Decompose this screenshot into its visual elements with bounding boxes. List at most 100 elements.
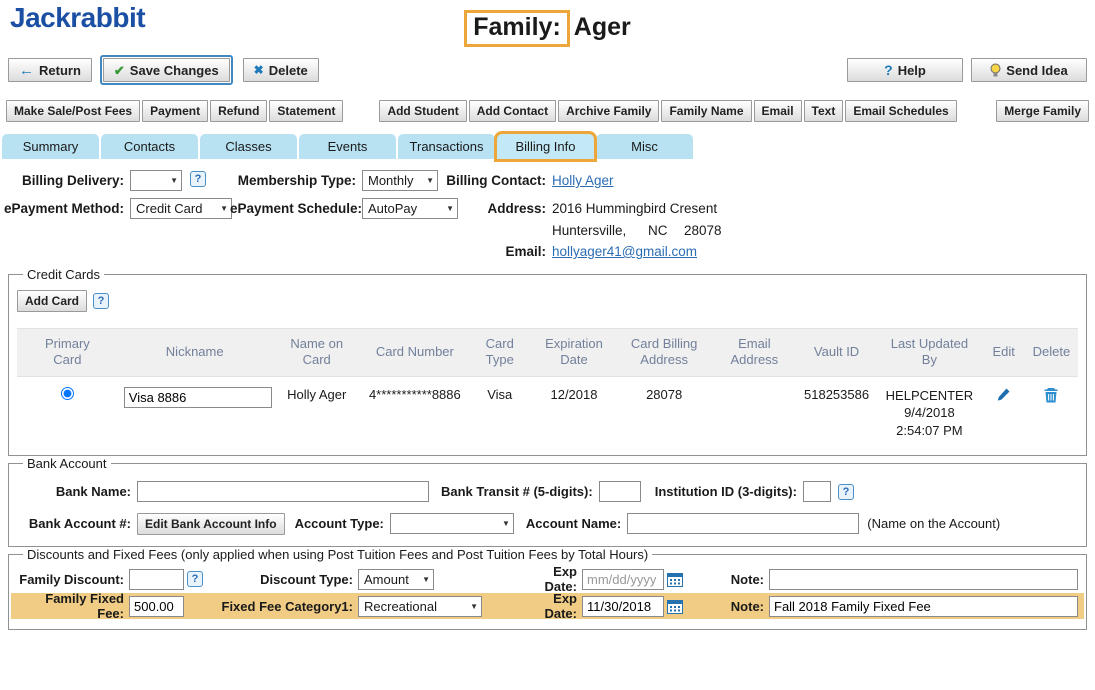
family-discount-label: Family Discount:	[19, 571, 124, 587]
action-make-sale-post-fees-button[interactable]: Make Sale/Post Fees	[6, 100, 141, 122]
billing-delivery-help-icon[interactable]: ?	[190, 171, 206, 187]
save-changes-button[interactable]: ✔ Save Changes	[102, 58, 230, 82]
nickname-input[interactable]	[123, 386, 272, 408]
tab-contacts[interactable]: Contacts	[101, 134, 198, 159]
discount-note-input[interactable]	[769, 568, 1078, 590]
action-text-button[interactable]: Text	[803, 100, 844, 122]
col-primary-card: Primary Card	[45, 336, 90, 368]
top-toolbar: ← Return ✔ Save Changes ✖ Delete ? Help …	[0, 55, 1095, 85]
family-fixed-fee-input[interactable]	[129, 595, 184, 617]
account-name-input[interactable]	[627, 513, 860, 535]
membership-type-label: Membership Type:	[237, 173, 356, 188]
epayment-method-select[interactable]: Credit Card ▼	[130, 198, 232, 219]
bank-transit-input[interactable]	[598, 481, 641, 503]
fixed-fee-category-select[interactable]: Recreational ▼	[358, 595, 482, 617]
add-card-help-icon[interactable]: ?	[93, 293, 109, 309]
fixed-fee-note-input[interactable]	[769, 595, 1078, 617]
bank-account-number-label: Bank Account #:	[28, 516, 131, 532]
primary-card-radio[interactable]	[60, 386, 74, 400]
page-title: Family: Ager	[0, 10, 1095, 47]
billing-delivery-label: Billing Delivery:	[21, 173, 124, 188]
address-label: Address:	[487, 201, 546, 216]
action-family-name-button[interactable]: Family Name	[661, 100, 752, 122]
family-tabs: Summary Contacts Classes Events Transact…	[0, 134, 1095, 159]
address-line1: 2016 Hummingbird Cresent	[552, 201, 718, 216]
x-icon: ✖	[253, 63, 264, 77]
save-label: Save Changes	[129, 62, 219, 78]
edit-bank-account-info-button[interactable]: Edit Bank Account Info	[137, 512, 285, 535]
last-updated-by-value: HELPCENTER 9/4/2018 2:54:07 PM	[876, 376, 982, 445]
bank-row-1: Bank Name: Bank Transit # (5-digits): In…	[17, 479, 1078, 504]
family-action-row: Make Sale/Post Fees Payment Refund State…	[0, 100, 1095, 122]
chevron-down-icon: ▼	[470, 601, 478, 611]
action-merge-family-button[interactable]: Merge Family	[996, 100, 1089, 122]
institution-id-input[interactable]	[802, 481, 831, 503]
account-type-select[interactable]: ▼	[389, 513, 514, 535]
action-email-button[interactable]: Email	[753, 100, 802, 122]
action-payment-button[interactable]: Payment	[142, 100, 209, 122]
help-button[interactable]: ? Help	[847, 58, 963, 82]
page-title-name: Ager	[573, 13, 631, 41]
tab-events[interactable]: Events	[299, 134, 396, 159]
tab-misc[interactable]: Misc	[596, 134, 693, 159]
credit-card-row: Holly Ager 4***********8886 Visa 12/2018…	[17, 376, 1078, 445]
check-icon: ✔	[113, 62, 125, 78]
col-card-billing-address: Card Billing Address	[630, 336, 698, 368]
address-city: Huntersville,	[552, 223, 627, 238]
billing-contact-link[interactable]: Holly Ager	[552, 173, 614, 188]
send-idea-button[interactable]: Send Idea	[971, 58, 1087, 82]
discount-type-select[interactable]: Amount ▼	[358, 568, 434, 590]
return-button[interactable]: ← Return	[8, 58, 92, 82]
tab-summary[interactable]: Summary	[2, 134, 99, 159]
credit-cards-legend: Credit Cards	[27, 267, 100, 282]
discount-note-label: Note:	[730, 571, 764, 587]
toolbar-right-group: ? Help Send Idea	[847, 58, 1087, 82]
action-statement-button[interactable]: Statement	[269, 100, 344, 122]
delete-button[interactable]: ✖ Delete	[242, 58, 319, 82]
edit-pencil-icon[interactable]	[996, 387, 1011, 402]
col-nickname: Nickname	[165, 344, 224, 360]
action-archive-family-button[interactable]: Archive Family	[558, 100, 660, 122]
page-header: Jackrabbit Family: Ager	[0, 0, 1095, 56]
billing-summary-form: Billing Delivery: ▼ ? Membership Type: M…	[0, 167, 1095, 267]
col-name-on-card: Name on Card	[290, 336, 344, 368]
delete-trash-icon[interactable]	[1044, 387, 1058, 403]
add-card-button[interactable]: Add Card	[17, 290, 87, 312]
calendar-icon[interactable]	[667, 599, 683, 614]
bank-row-2: Bank Account #: Edit Bank Account Info A…	[17, 511, 1078, 536]
bank-name-input[interactable]	[137, 481, 429, 503]
updated-time: 2:54:07 PM	[896, 422, 963, 438]
calendar-icon[interactable]	[667, 572, 683, 587]
action-email-schedules-button[interactable]: Email Schedules	[845, 100, 957, 122]
return-arrow-icon: ←	[19, 61, 34, 79]
epayment-schedule-value: AutoPay	[368, 201, 418, 216]
tab-transactions[interactable]: Transactions	[398, 134, 495, 159]
fixed-fee-exp-date-input[interactable]	[582, 595, 664, 617]
chevron-down-icon: ▼	[220, 204, 228, 213]
lightbulb-icon	[990, 63, 1001, 78]
chevron-down-icon: ▼	[422, 574, 430, 584]
discount-exp-date-label: Exp Date:	[544, 564, 577, 595]
fixed-fee-exp-date-label: Exp Date:	[544, 591, 577, 622]
discount-type-value: Amount	[364, 571, 409, 587]
action-add-student-button[interactable]: Add Student	[379, 100, 467, 122]
send-idea-label: Send Idea	[1006, 62, 1068, 78]
updated-by-user: HELPCENTER	[885, 387, 974, 403]
chevron-down-icon: ▼	[170, 176, 178, 185]
email-link[interactable]: hollyager41@gmail.com	[552, 244, 697, 259]
billing-delivery-select[interactable]: ▼	[130, 170, 182, 191]
epayment-method-label: ePayment Method:	[3, 201, 124, 216]
action-refund-button[interactable]: Refund	[210, 100, 268, 122]
family-discount-input[interactable]	[129, 568, 184, 590]
name-on-card-value: Holly Ager	[287, 386, 347, 402]
membership-type-select[interactable]: Monthly ▼	[362, 170, 438, 191]
billing-contact-label: Billing Contact:	[446, 173, 546, 188]
discount-exp-date-input[interactable]	[582, 568, 664, 590]
family-discount-help-icon[interactable]: ?	[187, 571, 203, 588]
bank-name-label: Bank Name:	[55, 484, 131, 500]
action-add-contact-button[interactable]: Add Contact	[468, 100, 557, 122]
credit-cards-section: Credit Cards Add Card ? Primary Card Nic…	[8, 267, 1087, 457]
tab-billing-info[interactable]: Billing Info	[497, 134, 594, 159]
tab-classes[interactable]: Classes	[200, 134, 297, 159]
institution-id-help-icon[interactable]: ?	[837, 483, 854, 500]
